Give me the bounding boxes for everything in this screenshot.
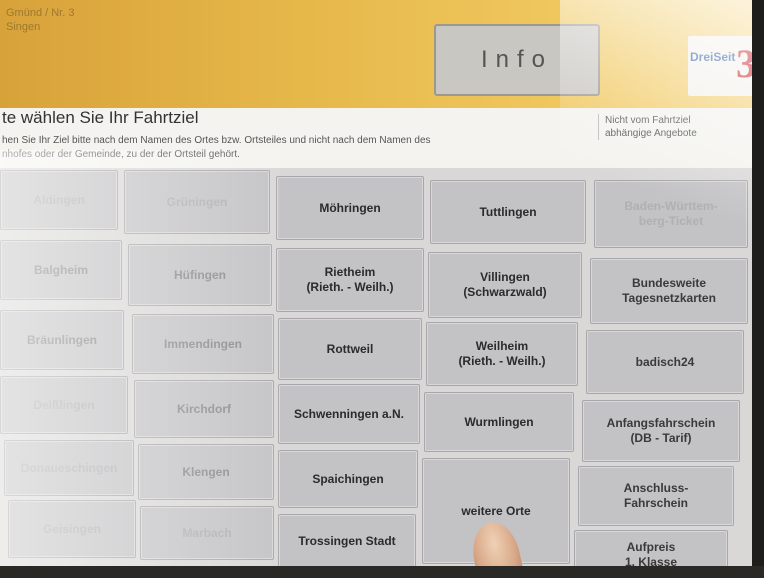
page-title: te wählen Sie Ihr Fahrtziel — [2, 108, 199, 127]
offer-button[interactable]: Anschluss- Fahrschein — [578, 466, 734, 526]
destination-button[interactable]: Deißlingen — [0, 376, 128, 434]
info-button[interactable]: Info — [434, 24, 600, 96]
destination-button[interactable]: Rottweil — [278, 318, 422, 380]
destination-button[interactable]: Immendingen — [132, 314, 274, 374]
destination-button[interactable]: Geisingen — [8, 500, 136, 558]
destination-button[interactable]: Möhringen — [276, 176, 424, 240]
offer-button[interactable]: Anfangsfahrschein (DB - Tarif) — [582, 400, 740, 462]
destination-button[interactable]: Rietheim (Rieth. - Weilh.) — [276, 248, 424, 312]
device-bezel-right — [752, 0, 764, 578]
destination-button[interactable]: Weilheim (Rieth. - Weilh.) — [426, 322, 578, 386]
destination-button[interactable]: Schwenningen a.N. — [278, 384, 420, 444]
destination-button[interactable]: Hüfingen — [128, 244, 272, 306]
device-bezel-bottom — [0, 566, 764, 578]
destination-button[interactable]: Marbach — [140, 506, 274, 560]
brand-logo: DreiSeit 3 — [688, 36, 758, 96]
logo-text: DreiSeit — [690, 50, 736, 64]
ticket-machine-screen: Gmünd / Nr. 3 Singen Info DreiSeit 3 te … — [0, 0, 764, 578]
side-offers-header: Nicht vom Fahrtziel abhängige Angebote — [598, 114, 745, 140]
banner-location-text: Gmünd / Nr. 3 Singen — [6, 7, 75, 33]
offer-button[interactable]: Bundesweite Tagesnetzkarten — [590, 258, 748, 324]
destination-button[interactable]: Trossingen Stadt — [278, 514, 416, 568]
destination-button[interactable]: Aldingen — [0, 170, 118, 230]
offer-button[interactable]: Baden-Württem- berg-Ticket — [594, 180, 748, 248]
destination-button[interactable]: Villingen (Schwarzwald) — [428, 252, 582, 318]
page-subtitle: hen Sie Ihr Ziel bitte nach dem Namen de… — [2, 135, 431, 160]
top-banner: Gmünd / Nr. 3 Singen Info DreiSeit 3 — [0, 0, 764, 108]
destination-button[interactable]: Kirchdorf — [134, 380, 274, 438]
destination-button[interactable]: Grüningen — [124, 170, 270, 234]
destination-button[interactable]: Wurmlingen — [424, 392, 574, 452]
destination-button[interactable]: Bräunlingen — [0, 310, 124, 370]
destination-button[interactable]: Spaichingen — [278, 450, 418, 508]
destination-button[interactable]: Balgheim — [0, 240, 122, 300]
destination-button[interactable]: Klengen — [138, 444, 274, 500]
offer-button[interactable]: badisch24 — [586, 330, 744, 394]
destination-button[interactable]: Tuttlingen — [430, 180, 586, 244]
destination-button[interactable]: Donaueschingen — [4, 440, 134, 496]
